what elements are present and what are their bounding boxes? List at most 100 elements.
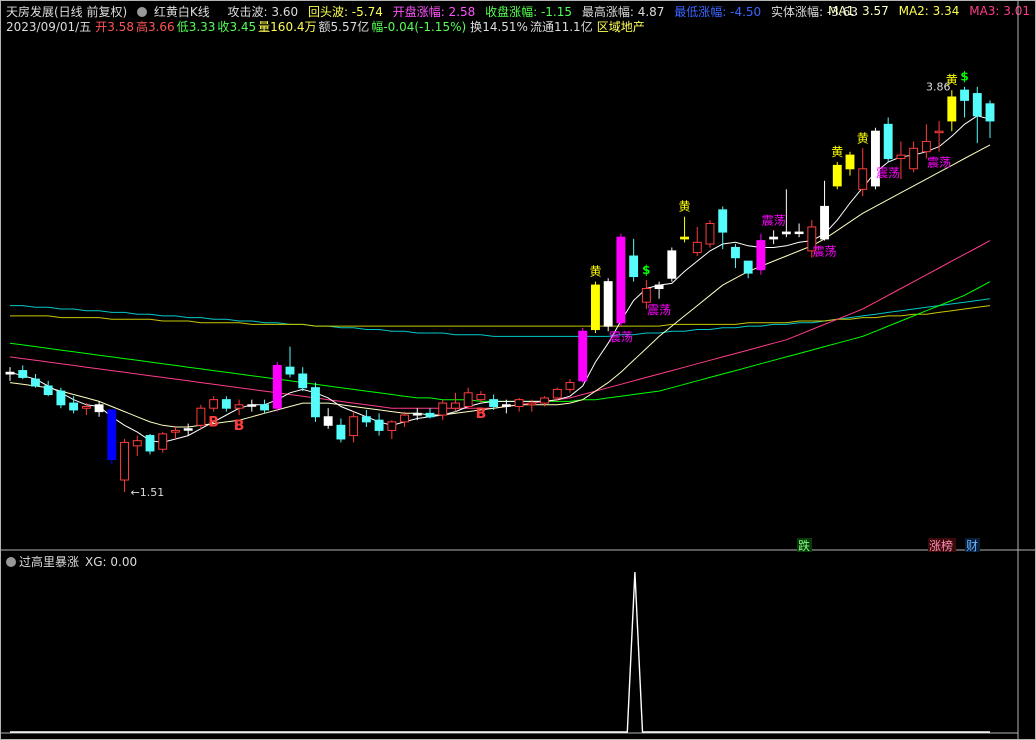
signal-label: $ [642,263,650,277]
signal-label: 震荡 [927,156,951,170]
signal-label: 黄 [857,131,869,145]
candle-body [400,414,409,423]
candle-body [69,402,79,411]
price-labels: 3.86 ←1.51 [131,81,951,499]
candle-body [985,103,995,122]
signal-marks: B BB黄 $黄黄黄黄 $震荡震荡震荡震荡震荡震荡 [208,70,968,434]
footer-tag-text: 涨榜 [929,538,953,553]
candle-body [629,255,639,278]
candle-body [845,154,855,170]
long2-line [10,305,991,327]
signal-label: B [234,418,245,434]
candle-body [527,402,537,406]
candle-body [234,404,244,409]
candle-body [501,404,511,407]
candle-body [387,421,397,431]
ma1-line [9,115,991,443]
longA-line [9,281,991,402]
candle-body [463,392,473,407]
candle-body [883,123,893,160]
chart-canvas[interactable]: B BB黄 $黄黄黄黄 $震荡震荡震荡震荡震荡震荡 3.86←1.51 跌涨榜财 [0,0,1036,740]
signal-label: 震荡 [647,303,671,317]
candle-body [756,240,766,271]
candle-body [349,416,359,437]
long1-line [10,298,991,337]
footer-tag-text: 财 [966,539,978,553]
candle-body [120,441,129,481]
footer-tag-text: 跌 [798,538,810,553]
candle-body [680,236,689,240]
candle-body [616,236,626,324]
ma3-line [9,240,991,409]
signal-label: B [476,406,487,422]
candle-body [145,435,155,452]
signal-label: 震荡 [609,330,633,344]
candle-body [489,399,499,407]
low-price-label: ←1.51 [131,486,165,499]
candle-body [171,429,180,433]
xg-indicator [10,571,990,733]
candle-body [451,402,460,409]
candle-body [336,424,346,440]
candle-body [5,371,15,375]
candle-body [476,394,486,401]
footer-tags: 跌 涨榜财 [797,538,980,553]
candle-body [565,382,575,390]
candle-body [158,433,168,450]
candle-body [107,409,117,461]
candle-body [94,404,104,413]
candle-body [820,205,829,240]
candle-body [781,231,791,235]
signal-label: 黄 [831,145,843,159]
candle-body [209,399,219,409]
candle-body [247,404,257,407]
candle-body [260,404,269,411]
candle-body [972,93,982,117]
candle-body [896,154,906,160]
signal-label: $ [960,70,968,84]
signal-label: 震荡 [876,166,900,180]
candle-body [705,223,715,245]
candle-body [43,385,53,396]
candlesticks [5,86,995,492]
xg-line [10,571,990,733]
candle-body [285,366,295,375]
candle-body [731,246,740,259]
candle-body [221,399,231,409]
candle-body [196,407,206,426]
candle-body [412,412,422,416]
candle-body [909,147,919,170]
candle-body [654,284,664,289]
signal-label: 震荡 [762,213,786,227]
candle-body [272,364,282,409]
candle-body [858,168,868,190]
candle-body [132,440,142,447]
candle-body [578,330,588,382]
candle-body [921,140,931,153]
outer-border [0,0,1036,740]
candle-body [934,130,944,134]
candle-body [361,416,371,423]
moving-average-lines [9,115,991,443]
candle-body [641,288,651,303]
candle-body [56,390,66,406]
candle-body [514,399,524,407]
candle-body [81,405,91,409]
candle-body [769,236,779,240]
candle-body [591,284,600,331]
candle-body [311,387,320,418]
candle-body [832,164,842,187]
candle-body [425,412,435,418]
signal-label: B [208,415,219,431]
candle-body [667,250,677,279]
candle-body [743,260,753,274]
high-price-label: 3.86 [926,81,951,94]
candle-body [31,378,40,387]
signal-label: 黄 [679,200,691,214]
candle-body [540,397,549,404]
candle-body [960,89,969,101]
candle-body [438,402,448,416]
candle-body [692,241,702,254]
candle-body [183,428,193,431]
signal-label: 震荡 [813,245,837,259]
